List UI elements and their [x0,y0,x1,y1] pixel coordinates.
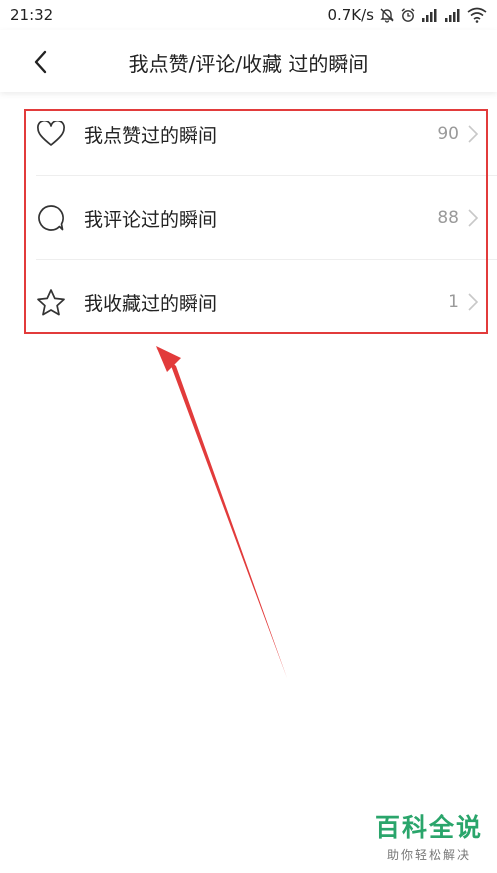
status-time: 21:32 [10,6,54,24]
item-count: 1 [448,292,459,312]
chevron-right-icon [468,209,479,227]
chevron-right-icon [468,293,479,311]
star-icon [36,287,66,317]
page-title: 我点赞/评论/收藏 过的瞬间 [128,52,369,76]
signal-icon [422,9,437,22]
list-item-liked[interactable]: 我点赞过的瞬间 90 [0,92,497,176]
signal-icon [445,9,460,22]
item-count: 90 [437,124,459,144]
moments-list: 我点赞过的瞬间 90 我评论过的瞬间 88 我收藏过的瞬间 1 [0,92,497,344]
mute-bell-icon [380,8,394,23]
nav-bar: 我点赞/评论/收藏 过的瞬间 [0,30,497,92]
watermark-title: 百科全说 [374,813,483,842]
list-item-label: 我评论过的瞬间 [84,208,218,231]
heart-icon [36,119,66,149]
status-icons: 0.7K/s [327,6,487,24]
status-bar: 21:32 0.7K/s [0,0,497,30]
list-item-label: 我点赞过的瞬间 [84,124,218,147]
list-item-favorited[interactable]: 我收藏过的瞬间 1 [0,260,497,344]
list-item-commented[interactable]: 我评论过的瞬间 88 [0,176,497,260]
watermark-subtitle: 助你轻松解决 [386,848,471,862]
comment-icon [36,203,66,233]
chevron-right-icon [468,125,479,143]
watermark: 百科全说 助你轻松解决 [375,808,483,863]
network-speed: 0.7K/s [327,6,374,24]
wifi-icon [467,7,487,23]
item-count: 88 [437,208,459,228]
list-item-label: 我收藏过的瞬间 [84,292,218,315]
alarm-icon [401,8,415,22]
